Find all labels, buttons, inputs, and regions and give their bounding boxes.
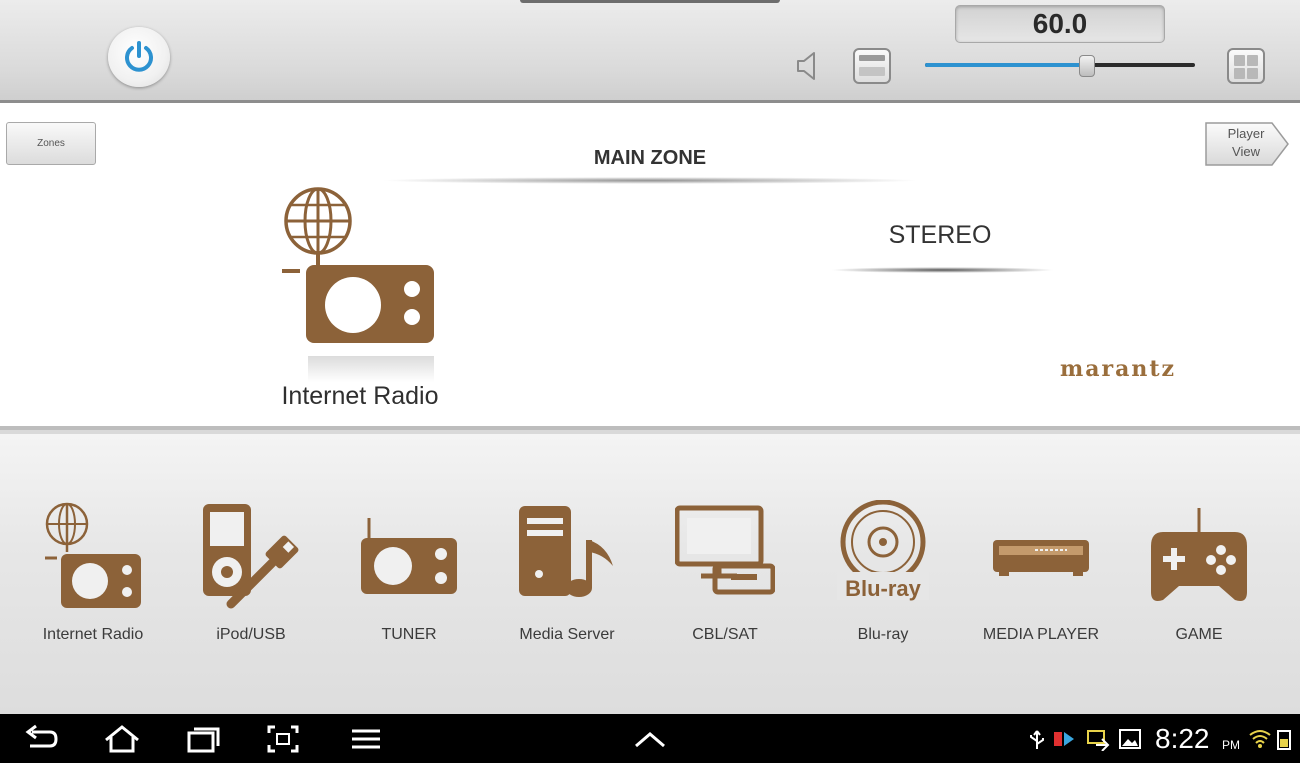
- surround-mode: STEREO: [888, 221, 992, 249]
- volume-slider[interactable]: [925, 55, 1195, 77]
- source-media-player[interactable]: MEDIA PLAYER: [962, 500, 1120, 670]
- top-edge-indicator: [520, 0, 780, 3]
- internet-radio-large-icon: [282, 187, 434, 343]
- zone-title-underline: [380, 177, 920, 184]
- usb-icon: [1030, 730, 1044, 749]
- cast-icon: [1087, 730, 1110, 751]
- cbl-sat-icon: [675, 505, 775, 595]
- screenshot-icon: [267, 725, 299, 753]
- blu-ray-logo-text: Blu-ray: [845, 576, 922, 601]
- source-internet-radio[interactable]: Internet Radio: [14, 500, 172, 670]
- source-cbl-sat[interactable]: CBL/SAT: [646, 500, 804, 670]
- power-icon: [125, 41, 153, 72]
- speaker-icon: [797, 52, 815, 80]
- status-ampm: PM: [1222, 738, 1240, 752]
- power-button[interactable]: [108, 27, 170, 87]
- player-view-label-line1: Player: [1227, 126, 1265, 141]
- main-zone-panel: Zones MAIN ZONE Player View Internet Rad…: [0, 103, 1300, 430]
- volume-slider-fill: [925, 63, 1087, 67]
- source-label: Internet Radio: [42, 626, 144, 643]
- home-icon: [105, 725, 139, 753]
- status-time: 8:22: [1155, 723, 1210, 754]
- system-nav-bar: 8:22 PM: [0, 714, 1300, 763]
- source-selector: Internet Radio iPod/USB TUNER Media Serv…: [0, 434, 1300, 714]
- source-label: CBL/SAT: [692, 626, 758, 643]
- screenshot-button[interactable]: [263, 722, 303, 756]
- internet-radio-icon: [45, 502, 141, 608]
- player-view-button[interactable]: Player View: [1204, 121, 1290, 167]
- source-label: TUNER: [381, 626, 437, 643]
- home-button[interactable]: [102, 722, 142, 756]
- signal-icon: [1277, 730, 1291, 750]
- back-icon: [25, 724, 58, 748]
- volume-up-button[interactable]: [1227, 48, 1265, 84]
- gallery-icon: [1119, 729, 1141, 749]
- game-icon: [1151, 508, 1247, 601]
- source-label: iPod/USB: [216, 626, 286, 643]
- menu-icon: [352, 729, 380, 749]
- back-button[interactable]: [22, 722, 62, 756]
- current-source-name: Internet Radio: [281, 382, 439, 410]
- surround-mode-underline: [830, 267, 1055, 273]
- source-media-server[interactable]: Media Server: [488, 500, 646, 670]
- media-server-icon: [519, 506, 613, 597]
- brand-logo: marantz: [1060, 356, 1177, 382]
- source-game[interactable]: GAME: [1120, 500, 1278, 670]
- top-bar: 60.0: [0, 0, 1300, 103]
- expand-button[interactable]: [630, 722, 670, 756]
- source-label: GAME: [1175, 626, 1223, 643]
- zones-button[interactable]: Zones: [6, 122, 96, 165]
- volume-down-button[interactable]: [853, 48, 891, 84]
- source-ipod-usb[interactable]: iPod/USB: [172, 500, 330, 670]
- wifi-icon: [1249, 730, 1271, 748]
- notification-icon: [1054, 732, 1074, 746]
- source-label: Media Server: [519, 626, 615, 643]
- up-chevron-icon: [635, 732, 665, 748]
- source-tuner[interactable]: TUNER: [330, 500, 488, 670]
- media-player-icon: [993, 540, 1089, 576]
- zone-title: MAIN ZONE: [593, 147, 707, 169]
- source-label: MEDIA PLAYER: [982, 626, 1100, 643]
- icon-reflection: [308, 356, 434, 382]
- recent-apps-button[interactable]: [183, 722, 223, 756]
- mute-button[interactable]: [795, 50, 823, 82]
- volume-slider-thumb[interactable]: [1079, 55, 1095, 77]
- player-view-label-line2: View: [1232, 144, 1260, 159]
- source-blu-ray[interactable]: Blu-ray Blu-ray: [804, 500, 962, 670]
- recent-apps-icon: [187, 727, 220, 753]
- volume-display: 60.0: [955, 5, 1165, 43]
- blu-ray-icon: Blu-ray: [837, 500, 929, 601]
- source-label: Blu-ray: [857, 626, 909, 643]
- tuner-icon: [361, 518, 457, 594]
- menu-button[interactable]: [346, 722, 386, 756]
- ipod-usb-icon: [203, 504, 299, 609]
